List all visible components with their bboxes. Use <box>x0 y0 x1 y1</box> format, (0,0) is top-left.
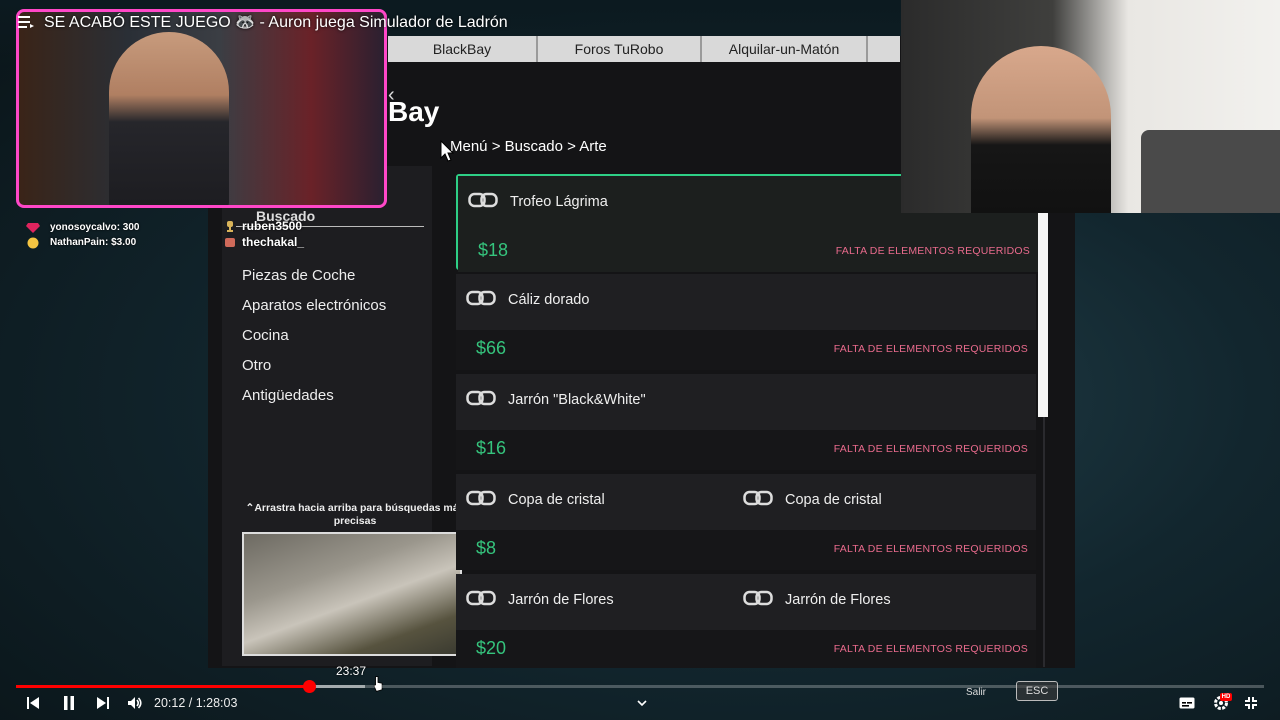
progress-bar[interactable] <box>16 685 1264 688</box>
exit-fullscreen-icon[interactable] <box>1242 694 1260 712</box>
listing-price: $16 <box>476 438 507 458</box>
hover-time-tooltip: 23:37 <box>336 664 367 678</box>
listing-name-row: Jarrón "Black&White" <box>456 374 1036 430</box>
donation-text: NathanPain: $3.00 <box>50 237 137 248</box>
streamer-webcam-right <box>901 0 1280 213</box>
scrub-handle[interactable] <box>302 680 316 693</box>
esc-key-hint: ESC <box>1016 681 1058 701</box>
scrollbar-track <box>1043 417 1045 667</box>
previous-icon[interactable] <box>24 694 42 712</box>
background-sofa <box>1141 130 1280 213</box>
minimap-preview <box>242 532 462 656</box>
listing-name: Jarrón "Black&White" <box>508 392 646 408</box>
next-icon[interactable] <box>94 694 112 712</box>
listing-name: Cáliz dorado <box>508 292 590 308</box>
donation-feed: yonosoycalvo: 300 NathanPain: $3.00 <box>26 220 139 250</box>
badge-icon <box>222 236 238 248</box>
listing-name: Trofeo Lágrima <box>510 194 608 210</box>
listing-status: FALTA DE ELEMENTOS REQUERIDOS <box>833 343 1028 355</box>
category-item[interactable]: Otro <box>242 354 386 384</box>
video-title[interactable]: SE ACABÓ ESTE JUEGO 🦝 - Auron juega Simu… <box>44 12 508 32</box>
donation-text: yonosoycalvo: 300 <box>50 222 140 233</box>
mouse-cursor-icon <box>440 140 454 162</box>
chevron-down-icon[interactable] <box>634 694 650 712</box>
listing-price-row: $20 FALTA DE ELEMENTOS REQUERIDOS <box>456 630 1036 668</box>
streamer-webcam-left <box>16 9 387 208</box>
listing-status: FALTA DE ELEMENTOS REQUERIDOS <box>833 643 1028 655</box>
listing-price-row: $66 FALTA DE ELEMENTOS REQUERIDOS <box>456 330 1036 370</box>
listing-name-row: Cáliz dorado <box>456 274 1036 330</box>
donation-entry: NathanPain: $3.00 <box>26 235 139 250</box>
tab-extra[interactable] <box>868 36 900 62</box>
link-chain-icon <box>466 290 496 306</box>
listing-name-row: Jarrón de Flores Jarrón de Flores <box>456 574 1036 630</box>
category-item[interactable]: Aparatos electrónicos <box>242 294 386 324</box>
listing-price-row: $18 FALTA DE ELEMENTOS REQUERIDOS <box>458 232 1038 272</box>
link-chain-icon <box>466 390 496 406</box>
listing-name: Copa de cristal <box>785 492 882 508</box>
link-chain-icon <box>466 590 496 606</box>
chat-overlay: ruben3500 thechakal_ <box>222 218 304 250</box>
subtitles-icon[interactable] <box>1178 694 1196 712</box>
chat-username: ruben3500 <box>242 219 303 233</box>
listing-price-row: $8 FALTA DE ELEMENTOS REQUERIDOS <box>456 530 1036 570</box>
listing-item[interactable]: Jarrón de Flores Jarrón de Flores $20 FA… <box>456 574 1036 668</box>
category-item[interactable]: Cocina <box>242 324 386 354</box>
listing-status: FALTA DE ELEMENTOS REQUERIDOS <box>833 443 1028 455</box>
chat-username: thechakal_ <box>242 235 305 249</box>
category-item[interactable]: Antigüedades <box>242 384 386 414</box>
category-list: Piezas de Coche Aparatos electrónicos Co… <box>242 264 386 414</box>
link-chain-icon <box>743 590 773 606</box>
listing-price-row: $16 FALTA DE ELEMENTOS REQUERIDOS <box>456 430 1036 470</box>
hd-badge: HD <box>1220 693 1232 701</box>
tab-blackbay[interactable]: BlackBay <box>388 36 538 62</box>
trophy-icon <box>222 220 238 232</box>
streamer-figure <box>971 46 1111 213</box>
volume-icon[interactable] <box>126 694 144 712</box>
breadcrumb: Menú > Buscado > Arte <box>450 138 607 155</box>
video-title-bar: SE ACABÓ ESTE JUEGO 🦝 - Auron juega Simu… <box>18 12 508 32</box>
tab-foros-turobo[interactable]: Foros TuRobo <box>538 36 702 62</box>
listing-name: Jarrón de Flores <box>508 592 614 608</box>
listing-name-row: Copa de cristal Copa de cristal <box>456 474 1036 530</box>
exit-hint-label: Salir <box>966 687 987 698</box>
listing-name: Copa de cristal <box>508 492 605 508</box>
chat-entry: thechakal_ <box>222 234 304 250</box>
listings-scrollbar[interactable] <box>1038 212 1048 417</box>
coin-icon <box>26 237 40 248</box>
playlist-menu-icon[interactable] <box>18 15 34 29</box>
listing-item[interactable]: Jarrón "Black&White" $16 FALTA DE ELEMEN… <box>456 374 1036 470</box>
time-display: 20:12 / 1:28:03 <box>154 696 238 710</box>
link-chain-icon <box>468 192 498 208</box>
link-chain-icon <box>466 490 496 506</box>
progress-played <box>16 685 310 688</box>
link-chain-icon <box>743 490 773 506</box>
category-item[interactable]: Piezas de Coche <box>242 264 386 294</box>
gem-icon <box>26 222 40 233</box>
listing-price: $66 <box>476 338 507 358</box>
listing-price: $20 <box>476 638 507 658</box>
chat-entry: ruben3500 <box>222 218 304 234</box>
donation-entry: yonosoycalvo: 300 <box>26 220 139 235</box>
listing-status: FALTA DE ELEMENTOS REQUERIDOS <box>833 543 1028 555</box>
listings-panel: Trofeo Lágrima $18 FALTA DE ELEMENTOS RE… <box>456 174 1038 668</box>
tab-alquilar-un-maton[interactable]: Alquilar-un-Matón <box>702 36 868 62</box>
listing-price: $18 <box>478 240 509 260</box>
listing-status: FALTA DE ELEMENTOS REQUERIDOS <box>835 245 1030 257</box>
hand-cursor-icon <box>373 676 383 692</box>
listing-item[interactable]: Cáliz dorado $66 FALTA DE ELEMENTOS REQU… <box>456 274 1036 370</box>
browser-tab-bar: BlackBay Foros TuRobo Alquilar-un-Matón <box>388 36 900 62</box>
listing-item[interactable]: Copa de cristal Copa de cristal $8 FALTA… <box>456 474 1036 570</box>
pause-icon[interactable] <box>60 694 78 712</box>
site-title: Bay <box>388 96 440 127</box>
listing-price: $8 <box>476 538 497 558</box>
listing-name: Jarrón de Flores <box>785 592 891 608</box>
swipe-hint: ⌃Arrastra hacia arriba para búsquedas má… <box>245 502 465 527</box>
streamer-figure <box>109 32 229 205</box>
